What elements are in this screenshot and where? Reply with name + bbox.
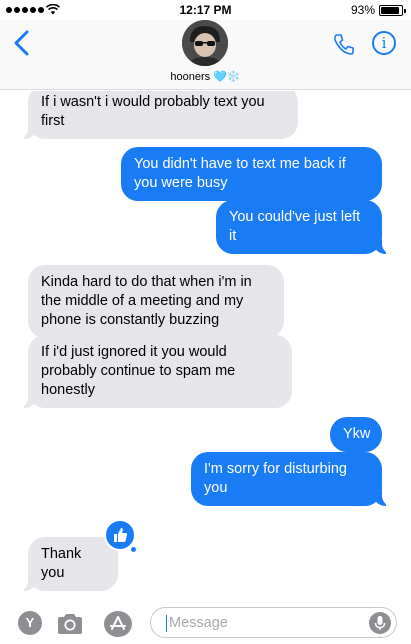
outgoing-message[interactable]: You could've just left it bbox=[216, 200, 392, 254]
microphone-icon bbox=[374, 616, 386, 630]
message-placeholder: Message bbox=[169, 615, 228, 631]
compose-bar: Y Message bbox=[0, 601, 411, 644]
outgoing-message[interactable]: I'm sorry for disturbing you bbox=[191, 452, 392, 506]
message-thread[interactable]: If i wasn't i would probably text you fi… bbox=[0, 91, 411, 601]
info-icon[interactable]: i bbox=[372, 31, 396, 55]
app-store-glyph bbox=[110, 616, 126, 630]
status-bar: 12:17 PM 93% bbox=[0, 0, 411, 20]
outgoing-message[interactable]: Ykw bbox=[330, 417, 382, 452]
incoming-message[interactable]: If i'd just ignored it you would probabl… bbox=[18, 335, 292, 408]
app-y-button[interactable]: Y bbox=[18, 611, 42, 635]
incoming-message[interactable]: Kinda hard to do that when i'm in the mi… bbox=[28, 265, 284, 338]
thumbs-up-icon bbox=[114, 528, 128, 542]
conversation-header: hooners 🩵❄️ i bbox=[0, 20, 411, 90]
message-input[interactable]: Message bbox=[150, 607, 397, 638]
phone-icon[interactable] bbox=[332, 32, 356, 56]
avatar-photo bbox=[182, 20, 228, 66]
contact-avatar[interactable] bbox=[182, 20, 228, 66]
outgoing-message[interactable]: You didn't have to text me back if you w… bbox=[121, 147, 382, 201]
status-time: 12:17 PM bbox=[179, 3, 232, 17]
tapback-tail-dot bbox=[130, 546, 137, 553]
contact-name[interactable]: hooners 🩵❄️ bbox=[0, 70, 411, 83]
camera-icon[interactable] bbox=[56, 613, 84, 635]
incoming-message[interactable]: If i wasn't i would probably text you fi… bbox=[18, 91, 298, 139]
text-cursor bbox=[166, 615, 167, 632]
incoming-message[interactable]: Thank you bbox=[18, 537, 118, 591]
battery-percentage: 93% bbox=[350, 3, 375, 17]
back-chevron-icon[interactable] bbox=[12, 30, 32, 56]
battery-icon bbox=[379, 5, 406, 16]
app-store-icon[interactable] bbox=[104, 611, 132, 637]
microphone-button[interactable] bbox=[369, 612, 391, 634]
